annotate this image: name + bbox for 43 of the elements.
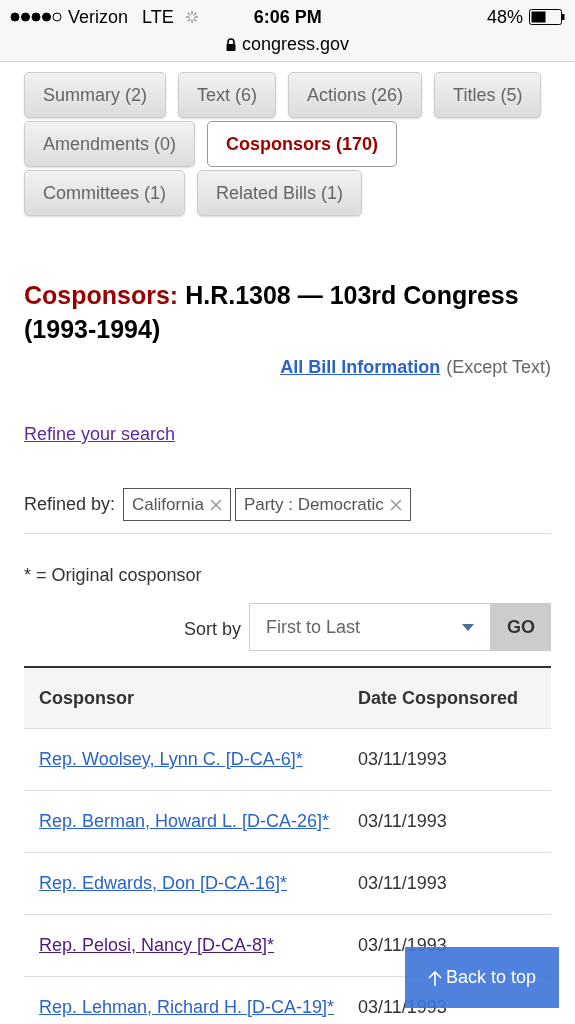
carrier-name: Verizon xyxy=(68,5,129,29)
lock-icon xyxy=(225,37,236,51)
cosponsor-link[interactable]: Rep. Berman, Howard L. [D-CA-26]* xyxy=(39,811,330,831)
battery-icon xyxy=(529,9,565,25)
refined-by-label: Refined by: xyxy=(24,493,116,516)
column-header: Cosponsor xyxy=(38,686,135,710)
filter-chip[interactable]: California xyxy=(123,488,231,521)
up-arrow-icon xyxy=(427,969,442,986)
tab[interactable]: Actions (26) xyxy=(288,72,423,118)
tab[interactable]: Titles (5) xyxy=(434,72,542,118)
signal-icon xyxy=(10,12,62,22)
network-type: LTE xyxy=(142,5,174,29)
all-bill-information-link[interactable]: All Bill Information xyxy=(280,354,441,381)
battery-percent: 48% xyxy=(486,5,523,29)
date-cell-text: 03/11/1993 xyxy=(358,872,447,895)
tab[interactable]: Amendments (0) xyxy=(24,121,196,167)
address-bar-url[interactable]: congress.gov xyxy=(241,30,350,58)
cosponsor-link[interactable]: Rep. Edwards, Don [D-CA-16]* xyxy=(39,873,288,893)
original-cosponsor-legend: * = Original cosponsor xyxy=(24,562,551,589)
back-to-top-button[interactable]: Back to top xyxy=(405,947,559,1008)
tab[interactable]: Cosponsors (170) xyxy=(207,121,398,167)
tab[interactable]: Related Bills (1) xyxy=(197,170,363,216)
cosponsor-link[interactable]: Rep. Woolsey, Lynn C. [D-CA-6]* xyxy=(39,749,303,769)
go-button[interactable]: GO xyxy=(491,603,551,651)
date-cell-text: 03/11/1993 xyxy=(358,810,447,833)
tab[interactable]: Committees (1) xyxy=(24,170,186,216)
clock-time: 6:06 PM xyxy=(253,5,322,29)
tab[interactable]: Summary (2) xyxy=(24,72,166,118)
close-icon[interactable] xyxy=(209,498,222,511)
close-icon[interactable] xyxy=(389,498,402,511)
filter-chip[interactable]: Party : Democratic xyxy=(234,488,411,521)
refine-search-link[interactable]: Refine your search xyxy=(24,421,176,448)
date-cell-text: 03/11/1993 xyxy=(358,748,447,771)
page-heading: Cosponsors: H.R.1308 — 103rd Congress (1993-1994) xyxy=(24,280,520,345)
loading-spinner-icon xyxy=(183,9,200,25)
sort-by-label: Sort by xyxy=(183,617,241,641)
column-header: Date Cosponsored xyxy=(358,686,519,710)
cosponsor-link[interactable]: Rep. Pelosi, Nancy [D-CA-8]* xyxy=(39,935,275,955)
dropdown-caret-icon xyxy=(462,623,474,631)
sort-dropdown[interactable]: First to Last xyxy=(249,603,491,651)
tab[interactable]: Text (6) xyxy=(178,72,277,118)
except-text-note: (Except Text) xyxy=(446,356,551,379)
cosponsor-link[interactable]: Rep. Lehman, Richard H. [D-CA-19]* xyxy=(39,997,335,1017)
